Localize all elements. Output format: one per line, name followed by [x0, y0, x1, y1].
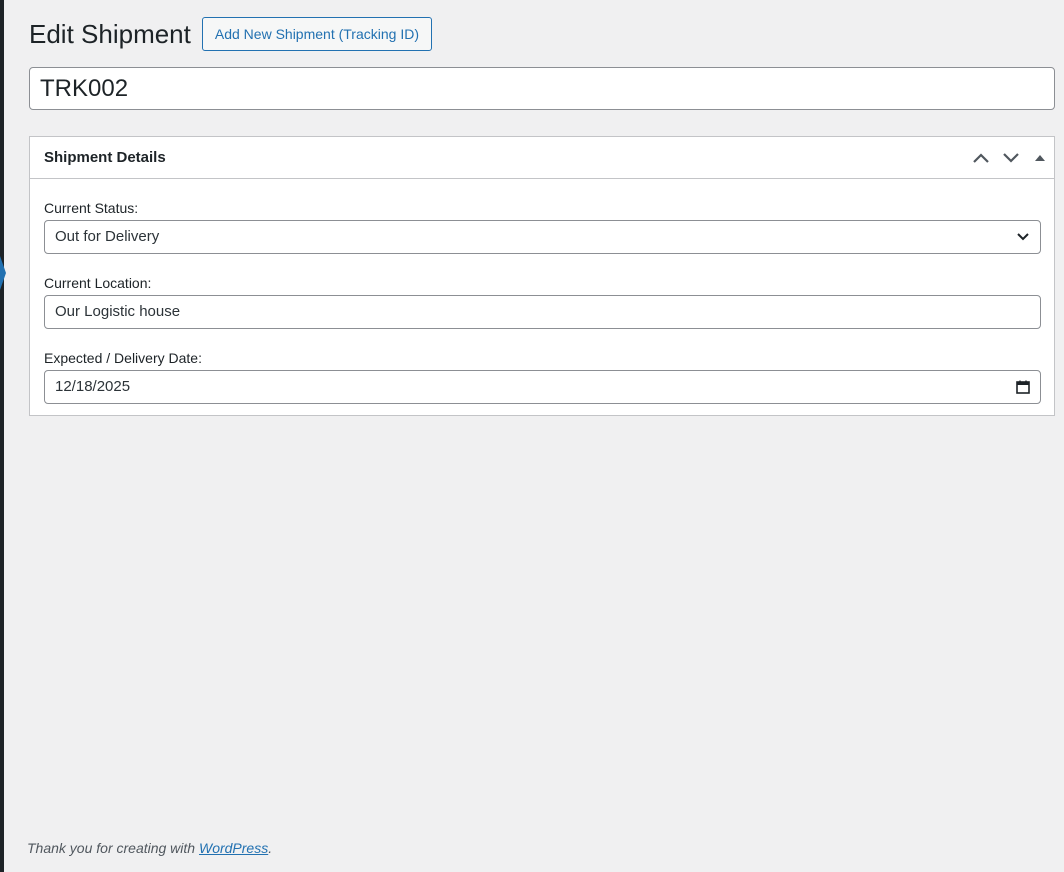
admin-footer: Thank you for creating with WordPress. — [27, 840, 272, 856]
post-title-input[interactable]: TRK002 — [29, 67, 1055, 110]
move-up-button[interactable] — [966, 137, 996, 178]
status-label: Current Status: — [44, 200, 139, 216]
shipment-details-metabox: Shipment Details Current Status: Out for… — [29, 136, 1055, 416]
metabox-title: Shipment Details — [44, 149, 166, 166]
metabox-header: Shipment Details — [30, 137, 1054, 179]
status-select[interactable]: Out for Delivery — [44, 220, 1041, 254]
date-label: Expected / Delivery Date: — [44, 350, 202, 366]
move-down-button[interactable] — [996, 137, 1026, 178]
toggle-panel-button[interactable] — [1026, 137, 1054, 178]
calendar-icon[interactable] — [1016, 380, 1030, 394]
footer-text-prefix: Thank you for creating with — [27, 840, 199, 856]
date-input[interactable]: 12/18/2025 — [44, 370, 1041, 404]
admin-menu-edge — [0, 0, 4, 872]
footer-text-suffix: . — [268, 840, 273, 856]
add-new-shipment-button[interactable]: Add New Shipment (Tracking ID) — [201, 17, 432, 51]
metabox-handle-actions — [966, 137, 1054, 178]
admin-menu-current-indicator — [0, 256, 6, 290]
triangle-up-icon — [1035, 154, 1045, 161]
chevron-up-icon — [973, 152, 989, 163]
metabox-content: Current Status: Out for Delivery Current… — [30, 179, 1054, 404]
location-input[interactable]: Our Logistic house — [44, 295, 1041, 329]
chevron-down-icon — [1003, 152, 1019, 163]
location-input-value: Our Logistic house — [55, 303, 181, 320]
page-header: Edit Shipment Add New Shipment (Tracking… — [29, 17, 432, 51]
date-input-value: 12/18/2025 — [55, 378, 131, 395]
location-label: Current Location: — [44, 275, 152, 291]
status-select-value: Out for Delivery — [55, 228, 160, 245]
wordpress-link[interactable]: WordPress — [199, 840, 268, 856]
chevron-down-icon — [1017, 233, 1029, 241]
page-title: Edit Shipment — [29, 19, 191, 49]
